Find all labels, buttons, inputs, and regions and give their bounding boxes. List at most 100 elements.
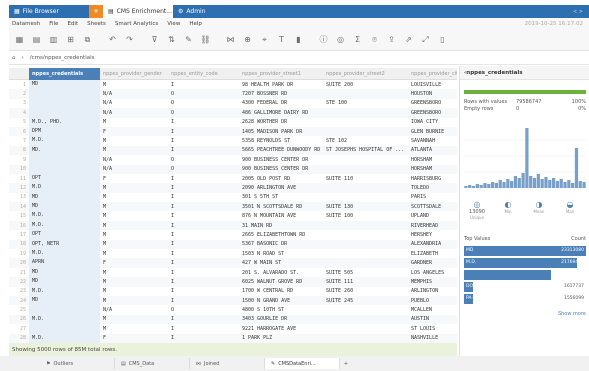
table-cell[interactable]: SUITE 100 — [323, 213, 408, 219]
table-row[interactable]: 28 M.D. F I 1 PARK PLZ NASHVILLE — [9, 333, 457, 343]
table-cell[interactable]: O — [168, 166, 239, 172]
table-cell[interactable]: 2628 WORTHER DR — [239, 119, 323, 125]
grid-icon[interactable]: ▦ — [13, 33, 26, 46]
table-cell[interactable]: HARRISBURG — [408, 176, 457, 182]
table-cell[interactable]: MCALLEN — [408, 307, 457, 313]
table-cell[interactable]: PUEBLO — [408, 298, 457, 304]
tab-cms-enrichment[interactable]: ▤ CMS Enrichment... — [103, 5, 173, 18]
add-sheet-button[interactable]: + — [340, 358, 352, 369]
table-cell[interactable]: N/A — [100, 307, 168, 313]
table-row[interactable]: 16 M.D. M I 31 MAIN RD RIVERHEAD — [9, 220, 457, 231]
table-cell[interactable]: ELIZABETH — [408, 251, 457, 257]
table-cell[interactable]: GARDNER — [408, 260, 457, 266]
table-cell[interactable]: UPLAND — [408, 213, 457, 219]
table-cell[interactable]: 1700 W CENTRAL RD — [239, 288, 323, 294]
info-icon[interactable]: ⓘ — [317, 33, 330, 46]
table-cell[interactable]: I — [168, 279, 239, 285]
table-cell[interactable]: I — [168, 176, 239, 182]
table-row[interactable]: 7 M.D. M I 5358 REYNOLDS ST STE 102 SAVANNAH — [9, 136, 457, 146]
pin-icon[interactable]: ⌾ — [368, 33, 381, 46]
table-row[interactable]: 21 MD M I 201 S. ALVARADO ST. SUITE 505 LOS AN… — [9, 267, 457, 278]
table-cell[interactable] — [29, 89, 100, 99]
table-cell[interactable]: M — [100, 298, 168, 304]
column-header[interactable]: nppes_provider_street1 — [239, 71, 323, 77]
chart-icon[interactable]: ▮ — [292, 33, 305, 46]
table-cell[interactable]: I — [168, 288, 239, 294]
redo-icon[interactable]: ↷ — [123, 33, 136, 46]
window-nav[interactable]: < > — [573, 9, 589, 15]
table-cell[interactable]: N/A — [100, 100, 168, 106]
count-control[interactable]: ◎ 13090 Unique — [466, 200, 488, 220]
table-cell[interactable]: DPM — [29, 126, 100, 137]
mean-control[interactable]: ◑ Mean — [528, 200, 550, 214]
table-cell[interactable]: M — [100, 119, 168, 125]
table-cell[interactable]: GREENSBORO — [408, 110, 457, 116]
sheet-tab[interactable]: ⋈ Joined — [190, 358, 265, 369]
table-cell[interactable]: F — [100, 176, 168, 182]
table-cell[interactable]: LOS ANGELES — [408, 270, 457, 276]
table-cell[interactable]: HERSHEY — [408, 232, 457, 238]
table-cell[interactable]: SUITE 200 — [323, 82, 408, 88]
table-cell[interactable]: HORSHAM — [408, 166, 457, 172]
table-cell[interactable]: I — [168, 260, 239, 266]
join-icon[interactable]: ⋈ — [224, 33, 237, 46]
table-cell[interactable]: ARLINGTON — [408, 288, 457, 294]
table-cell[interactable]: 301 S 5TH ST — [239, 194, 323, 200]
table-cell[interactable]: GLEN BURNIE — [408, 129, 457, 135]
sort-icon[interactable]: ⇅ — [165, 33, 178, 46]
table-cell[interactable]: 1500 N GRAND AVE — [239, 298, 323, 304]
table-cell[interactable]: 2090 ARLINGTON AVE — [239, 185, 323, 191]
table-cell[interactable]: MD — [29, 267, 100, 278]
table-row[interactable]: 27 M I 9221 HARROGATE AVE ST LOUIS — [9, 324, 457, 334]
table-row[interactable]: 1 MD M I 98 HEALTH PARK DR SUITE 200 LOUISVILL… — [9, 80, 457, 90]
menu-item[interactable]: Edit — [67, 21, 78, 27]
table-cell[interactable]: SAVANNAH — [408, 138, 457, 144]
table-cell[interactable]: M — [100, 270, 168, 276]
table-row[interactable]: 9 N/A O 900 BUSINESS CENTER DR HORSHAM — [9, 155, 457, 165]
grid-alt-icon[interactable]: ▤ — [30, 33, 43, 46]
tab-file-browser[interactable]: ▦ File Browser — [9, 5, 89, 18]
table-cell[interactable]: AUSTIN — [408, 316, 457, 322]
table-cell[interactable]: N/A — [100, 110, 168, 116]
table-row[interactable]: 6 DPM F I 1405 MADISON PARK DR GLEN BURNIE — [9, 126, 457, 137]
tag-icon[interactable]: ⌖ — [258, 33, 271, 46]
sheet-tab[interactable]: ▤ CMS_Data — [115, 358, 190, 369]
top-value-row[interactable]: M.D. 21769437 — [464, 258, 586, 268]
table-cell[interactable]: LOUISVILLE — [408, 82, 457, 88]
top-value-row[interactable]: 16637501 — [464, 270, 586, 280]
table-cell[interactable]: MD — [29, 295, 100, 306]
menu-item[interactable]: File — [49, 21, 58, 27]
table-cell[interactable]: I — [168, 316, 239, 322]
table-cell[interactable]: N/A — [100, 157, 168, 163]
table-cell[interactable]: 201 S. ALVARADO ST. — [239, 270, 323, 276]
table-cell[interactable]: 5367 BASONIC DR — [239, 241, 323, 247]
menu-item[interactable]: Help — [189, 21, 202, 27]
table-cell[interactable]: M.D — [29, 183, 100, 193]
table-cell[interactable]: I — [168, 335, 239, 341]
show-more-link[interactable]: Show more — [464, 311, 586, 317]
table-cell[interactable]: I — [168, 270, 239, 276]
table-cell[interactable]: 3403 GOURLIE DR — [239, 316, 323, 322]
table-cell[interactable]: PARIS — [408, 194, 457, 200]
table-cell[interactable]: 2665 ELIZABETHTOWN RD — [239, 232, 323, 238]
table-row[interactable]: 17 OPT M I 2665 ELIZABETHTOWN RD HERSHEY — [9, 230, 457, 240]
table-cell[interactable]: O — [168, 307, 239, 313]
table-cell[interactable]: 5358 REYNOLDS ST — [239, 138, 323, 144]
table-cell[interactable]: 486 GALLIMORE DAIRY RD — [239, 110, 323, 116]
table-cell[interactable] — [29, 98, 100, 109]
table-cell[interactable]: 1 PARK PLZ — [239, 335, 323, 341]
table-cell[interactable]: ST LOUIS — [408, 326, 457, 332]
table-row[interactable]: 2 N/A O 7207 BOSSNER RD HOUSTON — [9, 89, 457, 99]
menu-item[interactable]: Sheets — [87, 21, 106, 27]
table-cell[interactable]: M — [100, 223, 168, 229]
table-cell[interactable]: OPT, NETR — [29, 239, 100, 250]
table-cell[interactable]: 1405 MADISON PARK DR — [239, 129, 323, 135]
table-cell[interactable]: I — [168, 223, 239, 229]
panel-icon[interactable]: ▯ — [436, 33, 449, 46]
table-cell[interactable]: 2005 OLD POST RD — [239, 176, 323, 182]
table-cell[interactable]: ATLANTA — [408, 147, 457, 153]
table-cell[interactable]: 6025 WALNUT GROVE RD — [239, 279, 323, 285]
tab-admin[interactable]: ⚙ Admin — [173, 5, 233, 18]
min-control[interactable]: ◐ Min — [497, 200, 519, 214]
table-cell[interactable]: 7207 BOSSNER RD — [239, 91, 323, 97]
